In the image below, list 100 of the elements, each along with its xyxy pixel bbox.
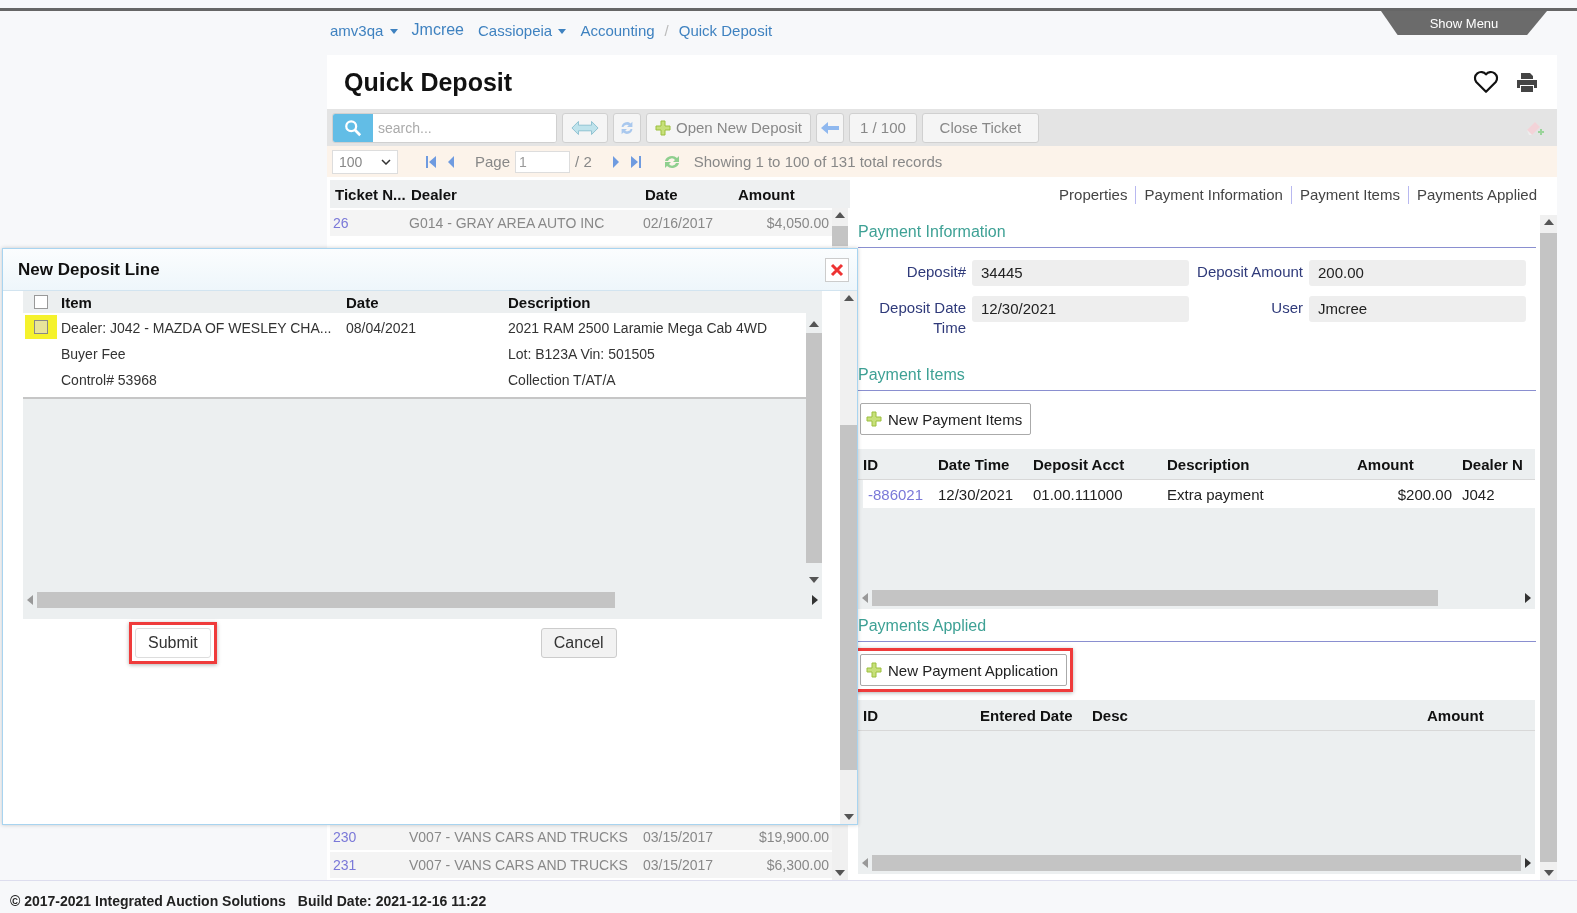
table-cell-text: G014 - GRAY AREA AUTO INC	[408, 215, 606, 231]
scroll-up-icon[interactable]	[1543, 219, 1554, 225]
ticket-link[interactable]: 231	[330, 857, 406, 873]
table-cell-text: 01.00.111000	[1032, 485, 1124, 503]
resize-button[interactable]	[562, 112, 608, 143]
input-field[interactable]: Jmcree	[1309, 296, 1526, 322]
caret-icon	[389, 29, 398, 35]
heart-icon[interactable]	[1473, 70, 1499, 94]
scroll-right-icon[interactable]	[1525, 593, 1531, 603]
column-header[interactable]: Date	[640, 185, 728, 203]
section-link[interactable]: Payment Items	[1290, 186, 1408, 204]
table-cell-text: $4,050.00	[765, 215, 830, 231]
description-text: 2021 RAM 2500 Laramie Mega Cab 4WD	[508, 319, 769, 338]
item-text: Dealer: J042 - MAZDA OF WESLEY CHA...	[61, 319, 333, 338]
column-header[interactable]: Amount	[728, 185, 832, 203]
field-label: Deposit#	[905, 262, 966, 282]
input-field[interactable]: 200.00	[1309, 260, 1526, 286]
scrollbar[interactable]	[840, 291, 857, 824]
ticket-link[interactable]: 230	[330, 829, 406, 845]
table-cell-text: Extra payment	[1166, 485, 1265, 503]
description-text: Collection T/AT/A	[508, 371, 617, 390]
field-label: Deposit Amount	[1196, 262, 1303, 282]
page-title: Quick Deposit	[344, 67, 514, 97]
cancel-button[interactable]: Cancel	[540, 628, 617, 658]
first-page-icon[interactable]	[425, 154, 437, 169]
plus-icon	[655, 119, 671, 136]
submit-button[interactable]: Submit	[135, 628, 211, 658]
refresh-button[interactable]	[613, 112, 641, 143]
breadcrumb-separator: /	[664, 21, 669, 39]
checkbox[interactable]	[34, 320, 48, 334]
section-heading: Payments Applied	[858, 609, 1536, 642]
column-header[interactable]: Item	[59, 293, 344, 311]
table-cell-text: 03/15/2017	[642, 857, 715, 873]
next-page-icon[interactable]	[611, 154, 620, 169]
scrollbar-thumb[interactable]	[872, 590, 1438, 606]
print-icon[interactable]	[1515, 71, 1539, 93]
breadcrumb-menu[interactable]: amv3qa	[330, 21, 398, 39]
column-header[interactable]: Dealer	[406, 185, 640, 203]
table-cell-text: J042	[1461, 485, 1496, 503]
checkbox[interactable]	[34, 295, 48, 309]
field-label: Deposit Date Time	[878, 298, 966, 338]
copyright-text: © 2017-2021 Integrated Auction Solutions	[10, 893, 286, 909]
id-link[interactable]: -886021	[863, 485, 933, 503]
description-text: Lot: B123A Vin: 501505	[508, 345, 656, 364]
section-link[interactable]: Properties	[1051, 186, 1136, 204]
section-link[interactable]: Payment Information	[1135, 186, 1291, 204]
close-icon	[830, 262, 844, 277]
scroll-right-icon[interactable]	[812, 595, 818, 605]
page-size-select[interactable]: 100	[332, 149, 398, 174]
column-header[interactable]: Desc	[1087, 706, 1422, 724]
section-link[interactable]: Payments Applied	[1407, 186, 1545, 204]
table-cell-text: 02/16/2017	[642, 215, 715, 231]
close-button[interactable]	[825, 257, 849, 282]
item-text: Buyer Fee	[61, 345, 127, 364]
column-header[interactable]: Entered Date	[975, 706, 1087, 724]
back-button[interactable]	[815, 112, 844, 143]
show-menu-tab[interactable]: Show Menu	[1381, 11, 1547, 35]
build-date-text: Build Date: 2021-12-16 11:22	[297, 893, 487, 909]
column-header[interactable]: Ticket N...	[330, 185, 406, 203]
column-header[interactable]: Dealer N	[1457, 455, 1535, 473]
scroll-down-icon[interactable]	[1543, 870, 1554, 876]
breadcrumb-menu[interactable]: Cassiopeia	[478, 21, 567, 39]
scroll-down-icon[interactable]	[809, 577, 819, 583]
column-header[interactable]: ID	[858, 455, 933, 473]
section-heading: Payment Items	[858, 358, 1536, 391]
input-field[interactable]: 34445	[972, 260, 1189, 286]
scroll-down-icon[interactable]	[843, 814, 854, 820]
new-payment-items-button[interactable]: New Payment Items	[860, 403, 1032, 435]
scroll-up-icon[interactable]	[835, 212, 845, 218]
column-header[interactable]: Date Time	[933, 455, 1028, 473]
scrollbar-thumb[interactable]	[37, 592, 615, 608]
caret-icon	[558, 29, 567, 35]
scrollbar-thumb[interactable]	[832, 226, 848, 246]
breadcrumb-link[interactable]: Quick Deposit	[678, 21, 773, 39]
scroll-down-icon[interactable]	[835, 870, 845, 876]
scroll-right-icon[interactable]	[1525, 858, 1531, 868]
scroll-up-icon[interactable]	[843, 295, 854, 301]
search-field[interactable]: search...	[332, 112, 557, 143]
column-header[interactable]: Description	[506, 293, 822, 311]
column-header[interactable]: ID	[858, 706, 975, 724]
column-header[interactable]: Amount	[1422, 706, 1522, 724]
search-icon[interactable]	[344, 118, 362, 137]
breadcrumb-link[interactable]: Jmcree	[411, 21, 464, 39]
last-page-icon[interactable]	[629, 154, 642, 169]
record-counter: 1 / 100	[848, 112, 917, 143]
column-header[interactable]: Date	[344, 293, 506, 311]
previous-page-icon[interactable]	[447, 154, 455, 169]
input-field[interactable]: 12/30/2021	[972, 296, 1189, 322]
table-cell-text: $6,300.00	[765, 857, 830, 873]
column-header[interactable]: Amount	[1312, 455, 1457, 473]
column-header[interactable]: Deposit Acct	[1028, 455, 1162, 473]
column-header[interactable]: Description	[1162, 455, 1312, 473]
ticket-link[interactable]: 26	[330, 215, 406, 231]
new-payment-application-button[interactable]: New Payment Application	[860, 654, 1068, 686]
records-status: Showing 1 to 100 of 131 total records	[693, 153, 943, 170]
scrollbar-thumb[interactable]	[840, 425, 857, 770]
dialog-title: New Deposit Line	[18, 259, 160, 280]
breadcrumb-link[interactable]: Accounting	[580, 21, 655, 39]
table-cell-text: V007 - VANS CARS AND TRUCKS	[408, 829, 629, 845]
scroll-up-icon[interactable]	[809, 321, 819, 327]
